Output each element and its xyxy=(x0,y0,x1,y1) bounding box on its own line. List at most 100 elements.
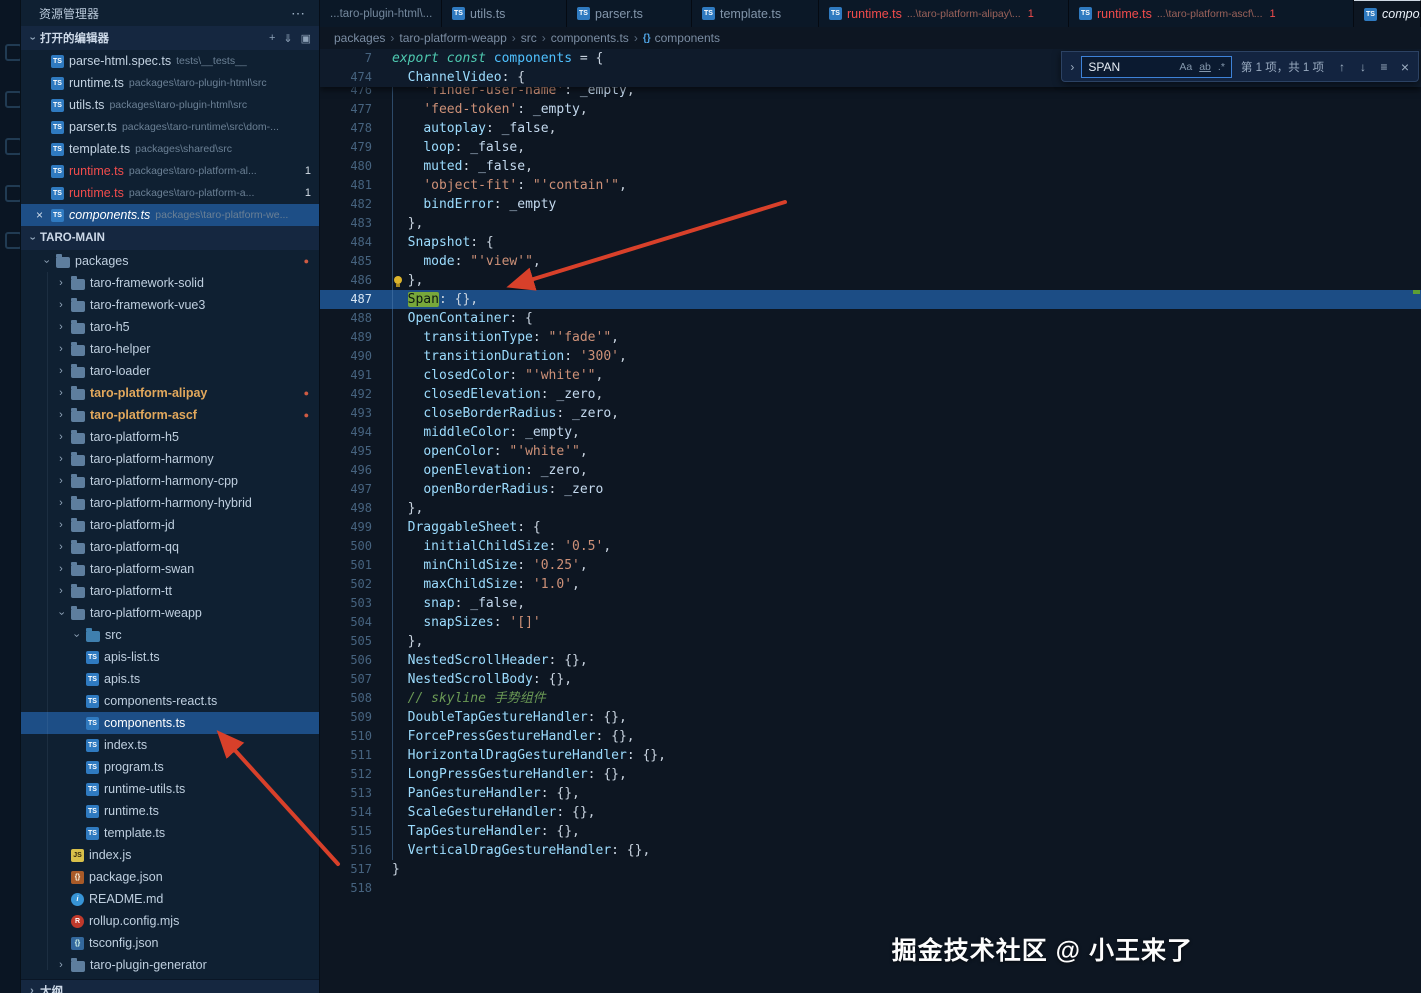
tree-file-runtime-utils.ts[interactable]: TSruntime-utils.ts xyxy=(21,778,319,800)
code-line[interactable]: 482 bindError: _empty xyxy=(320,195,1421,214)
line-number[interactable]: 482 xyxy=(320,195,372,214)
tree-folder-taro-framework-vue3[interactable]: taro-framework-vue3 xyxy=(21,294,319,316)
line-number[interactable]: 487 xyxy=(320,290,372,309)
code-line[interactable]: 505 }, xyxy=(320,632,1421,651)
code-line[interactable]: 484 Snapshot: { xyxy=(320,233,1421,252)
tree-folder-taro-platform-weapp[interactable]: taro-platform-weapp xyxy=(21,602,319,624)
more-actions-icon[interactable]: ⋯ xyxy=(287,5,309,22)
code-line[interactable]: 513 PanGestureHandler: {}, xyxy=(320,784,1421,803)
line-number[interactable]: 494 xyxy=(320,423,372,442)
line-number[interactable]: 477 xyxy=(320,100,372,119)
line-number[interactable]: 517 xyxy=(320,860,372,879)
code-line[interactable]: 504 snapSizes: '[]' xyxy=(320,613,1421,632)
line-number[interactable]: 504 xyxy=(320,613,372,632)
tree-file-program.ts[interactable]: TSprogram.ts xyxy=(21,756,319,778)
code-line[interactable]: 502 maxChildSize: '1.0', xyxy=(320,575,1421,594)
tab-components.ts[interactable]: TScomponents.ts xyxy=(1354,0,1421,27)
whole-word-toggle[interactable]: ab xyxy=(1197,60,1213,74)
line-number[interactable]: 493 xyxy=(320,404,372,423)
code-line[interactable]: 518 xyxy=(320,879,1421,898)
tab-runtime.ts[interactable]: TSruntime.ts...\taro-platform-alipay\...… xyxy=(819,0,1069,27)
line-number[interactable]: 483 xyxy=(320,214,372,233)
line-number[interactable]: 500 xyxy=(320,537,372,556)
tree-folder-taro-platform-tt[interactable]: taro-platform-tt xyxy=(21,580,319,602)
tree-folder-taro-platform-qq[interactable]: taro-platform-qq xyxy=(21,536,319,558)
line-number[interactable]: 485 xyxy=(320,252,372,271)
tree-folder-taro-platform-harmony-hybrid[interactable]: taro-platform-harmony-hybrid xyxy=(21,492,319,514)
code-line[interactable]: 485 mode: "'view'", xyxy=(320,252,1421,271)
tree-file-apis.ts[interactable]: TSapis.ts xyxy=(21,668,319,690)
tree-file-index.js[interactable]: JSindex.js xyxy=(21,844,319,866)
tree-folder-taro-framework-solid[interactable]: taro-framework-solid xyxy=(21,272,319,294)
tree-file-rollup.config.mjs[interactable]: Rrollup.config.mjs xyxy=(21,910,319,932)
tree-folder-packages[interactable]: packages● xyxy=(21,250,319,272)
line-number[interactable]: 480 xyxy=(320,157,372,176)
regex-toggle[interactable]: .* xyxy=(1216,60,1227,74)
code-line[interactable]: 495 openColor: "'white'", xyxy=(320,442,1421,461)
line-number[interactable]: 501 xyxy=(320,556,372,575)
outline-section-header[interactable]: 大纲 xyxy=(21,979,319,993)
line-number[interactable]: 495 xyxy=(320,442,372,461)
line-number[interactable]: 7 xyxy=(320,49,372,68)
explorer-icon[interactable] xyxy=(5,44,22,61)
close-icon[interactable] xyxy=(1396,58,1414,76)
line-number[interactable]: 508 xyxy=(320,689,372,708)
line-number[interactable]: 490 xyxy=(320,347,372,366)
code-line[interactable]: 512 LongPressGestureHandler: {}, xyxy=(320,765,1421,784)
breadcrumb-symbol[interactable]: {}components xyxy=(643,31,720,45)
code-line[interactable]: 500 initialChildSize: '0.5', xyxy=(320,537,1421,556)
breadcrumb-item[interactable]: taro-platform-weapp xyxy=(399,31,506,45)
tree-file-runtime.ts[interactable]: TSruntime.ts xyxy=(21,800,319,822)
tree-folder-taro-platform-swan[interactable]: taro-platform-swan xyxy=(21,558,319,580)
code-line[interactable]: 486 }, xyxy=(320,271,1421,290)
find-in-selection-icon[interactable] xyxy=(1375,58,1393,76)
tree-file-apis-list.ts[interactable]: TSapis-list.ts xyxy=(21,646,319,668)
open-editor-item[interactable]: TSutils.tspackages\taro-plugin-html\src xyxy=(21,94,319,116)
open-editor-item[interactable]: TSruntime.tspackages\taro-plugin-html\sr… xyxy=(21,72,319,94)
line-number[interactable]: 505 xyxy=(320,632,372,651)
code-line[interactable]: 510 ForcePressGestureHandler: {}, xyxy=(320,727,1421,746)
line-number[interactable]: 509 xyxy=(320,708,372,727)
overview-ruler[interactable] xyxy=(1411,49,1421,993)
code-line[interactable]: 496 openElevation: _zero, xyxy=(320,461,1421,480)
code-line[interactable]: 483 }, xyxy=(320,214,1421,233)
breadcrumb-item[interactable]: src xyxy=(521,31,537,45)
line-number[interactable]: 492 xyxy=(320,385,372,404)
tree-folder-taro-loader[interactable]: taro-loader xyxy=(21,360,319,382)
line-number[interactable]: 481 xyxy=(320,176,372,195)
code-line[interactable]: 508 // skyline 手势组件 xyxy=(320,689,1421,708)
project-root-header[interactable]: TARO-MAIN xyxy=(21,226,319,250)
code-line[interactable]: 488 OpenContainer: { xyxy=(320,309,1421,328)
line-number[interactable]: 502 xyxy=(320,575,372,594)
lightbulb-icon[interactable] xyxy=(394,276,402,284)
tree-file-components.ts[interactable]: TScomponents.ts xyxy=(21,712,319,734)
code-line[interactable]: 501 minChildSize: '0.25', xyxy=(320,556,1421,575)
code-line[interactable]: 479 loop: _false, xyxy=(320,138,1421,157)
code-line[interactable]: 493 closeBorderRadius: _zero, xyxy=(320,404,1421,423)
code-line[interactable]: 491 closedColor: "'white'", xyxy=(320,366,1421,385)
find-input[interactable] xyxy=(1088,60,1174,74)
line-number[interactable]: 515 xyxy=(320,822,372,841)
code-line[interactable]: 511 HorizontalDragGestureHandler: {}, xyxy=(320,746,1421,765)
line-number[interactable]: 499 xyxy=(320,518,372,537)
line-number[interactable]: 488 xyxy=(320,309,372,328)
tree-file-tsconfig.json[interactable]: {}tsconfig.json xyxy=(21,932,319,954)
open-editor-item[interactable]: TSruntime.tspackages\taro-platform-a...1 xyxy=(21,182,319,204)
code-line[interactable]: 490 transitionDuration: '300', xyxy=(320,347,1421,366)
code-line[interactable]: 515 TapGestureHandler: {}, xyxy=(320,822,1421,841)
breadcrumb-item[interactable]: packages xyxy=(334,31,385,45)
line-number[interactable]: 518 xyxy=(320,879,372,898)
code-line[interactable]: 497 openBorderRadius: _zero xyxy=(320,480,1421,499)
line-number[interactable]: 478 xyxy=(320,119,372,138)
line-number[interactable]: 507 xyxy=(320,670,372,689)
code-line[interactable]: 492 closedElevation: _zero, xyxy=(320,385,1421,404)
tree-folder-taro-platform-harmony-cpp[interactable]: taro-platform-harmony-cpp xyxy=(21,470,319,492)
save-all-icon[interactable]: ⇓ xyxy=(283,32,292,45)
code-line[interactable]: 489 transitionType: "'fade'", xyxy=(320,328,1421,347)
source-control-icon[interactable] xyxy=(5,138,22,155)
code-line[interactable]: 481 'object-fit': "'contain'", xyxy=(320,176,1421,195)
line-number[interactable]: 514 xyxy=(320,803,372,822)
open-editors-header[interactable]: 打开的编辑器 + ⇓ ▣ xyxy=(21,26,319,50)
tab-...taro-plugin-html...[interactable]: ...taro-plugin-html\... xyxy=(320,0,442,27)
code-line[interactable]: 476 'finder-user-name': _empty, xyxy=(320,87,1421,100)
